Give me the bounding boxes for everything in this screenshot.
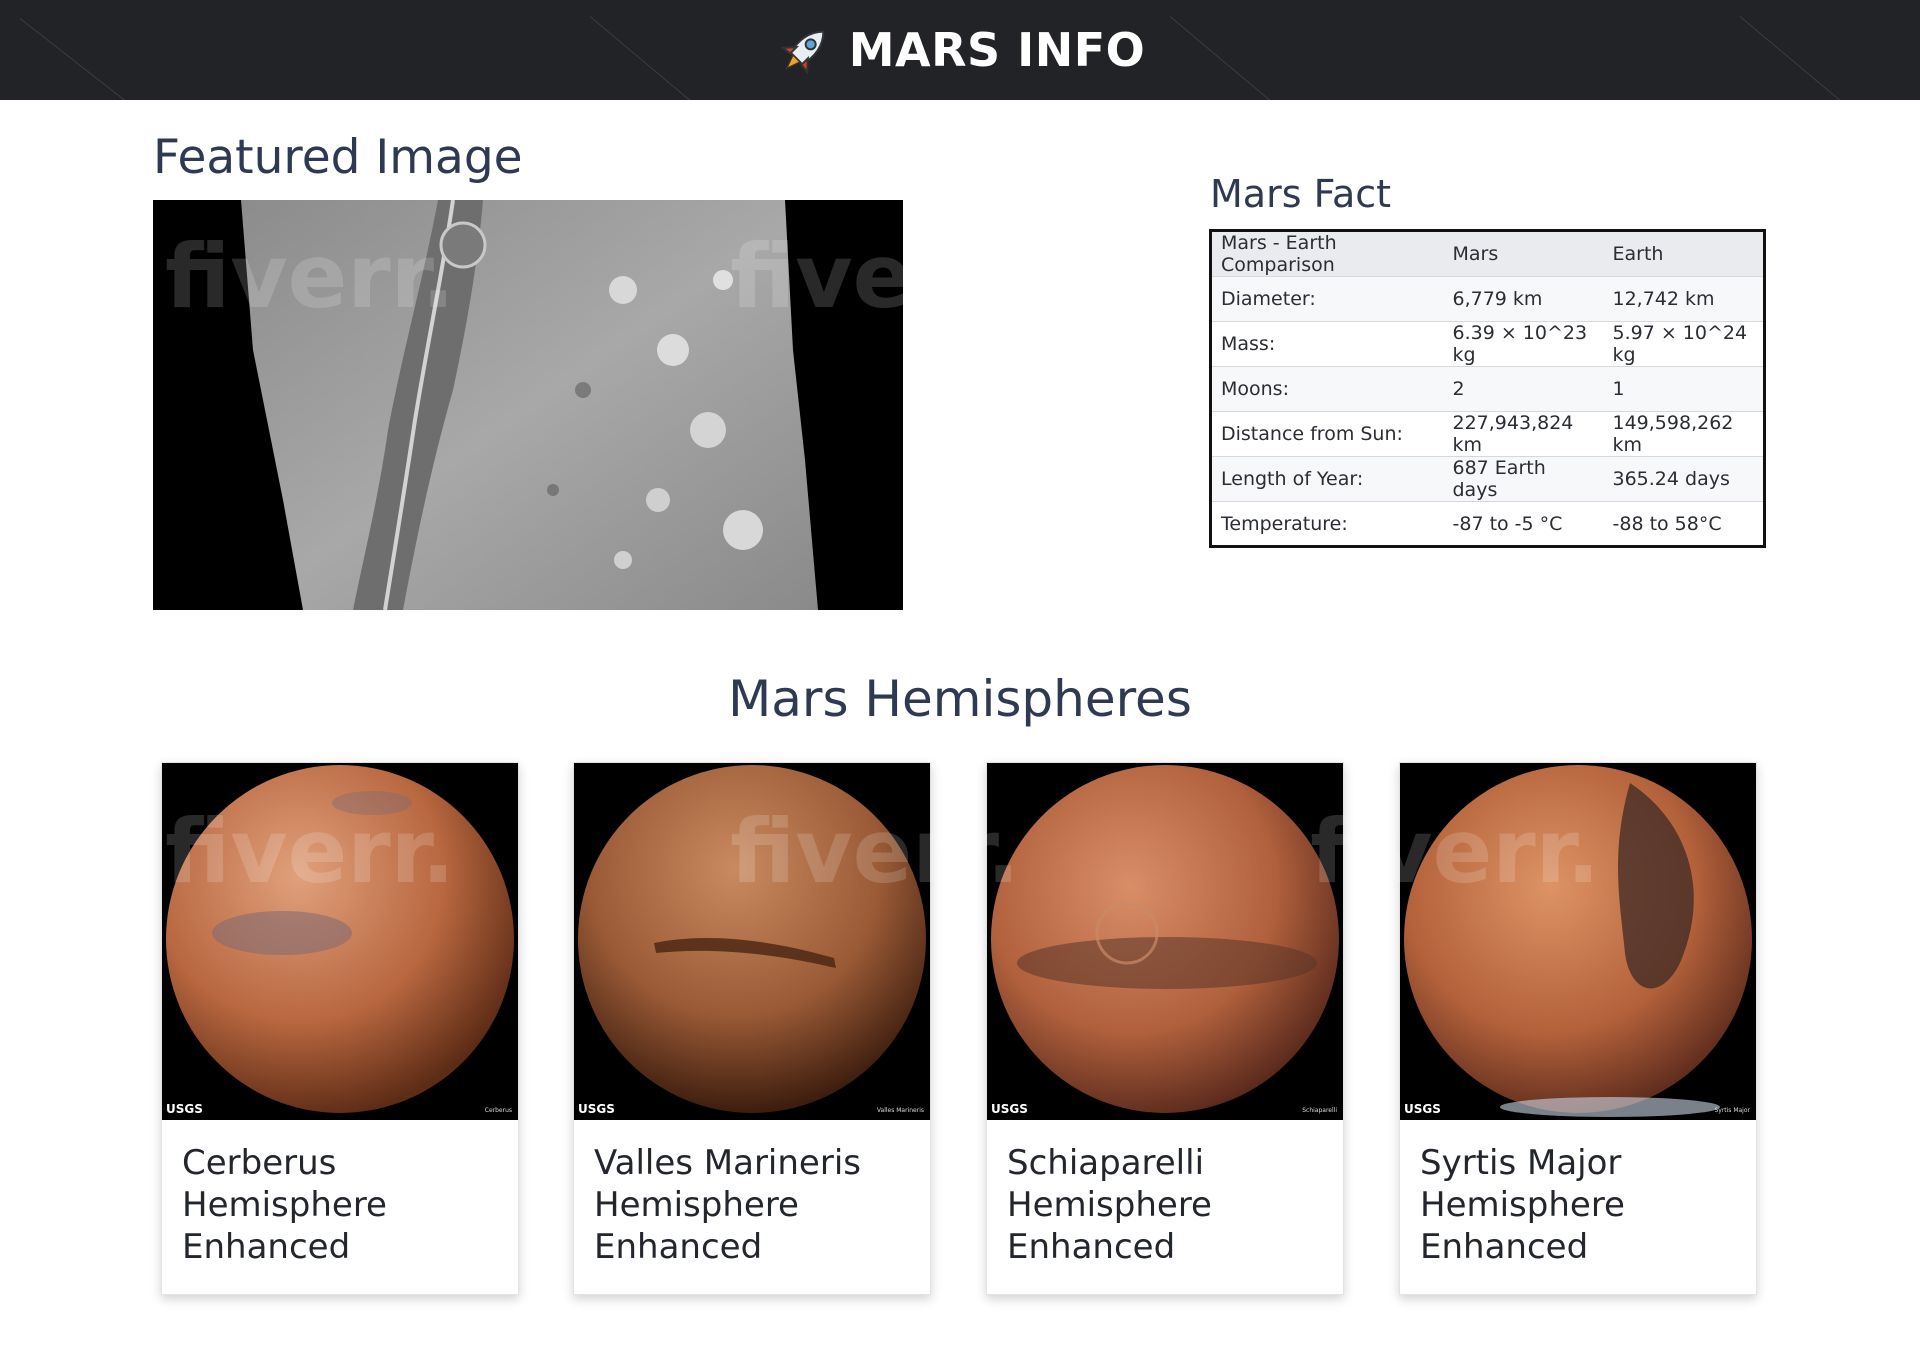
featured-image	[153, 200, 903, 610]
hemisphere-card-syrtis-major[interactable]: USGS Syrtis Major Syrtis Major Hemispher…	[1399, 762, 1757, 1295]
hemisphere-title[interactable]: Cerberus Hemisphere Enhanced	[162, 1120, 518, 1268]
table-row: Moons: 2 1	[1210, 366, 1765, 412]
navbar-decoration	[1169, 16, 1278, 100]
mars-globe-image	[1400, 763, 1756, 1120]
mars-hemispheres-heading: Mars Hemispheres	[728, 670, 1192, 728]
featured-image-graphic	[153, 200, 903, 610]
table-row: Diameter: 6,779 km 12,742 km	[1210, 276, 1765, 322]
table-cell: Distance from Sun:	[1210, 411, 1444, 457]
table-cell: 1	[1603, 366, 1765, 412]
usgs-logo: USGS	[991, 1102, 1028, 1116]
top-navbar: MARS INFO	[0, 0, 1920, 100]
hemisphere-card-cerberus[interactable]: USGS Cerberus Cerberus Hemisphere Enhanc…	[161, 762, 519, 1295]
table-cell: -87 to -5 °C	[1443, 501, 1604, 547]
table-row: Length of Year: 687 Earth days 365.24 da…	[1210, 456, 1765, 502]
table-cell: Diameter:	[1210, 276, 1444, 322]
image-caption: Schiaparelli	[1302, 1107, 1337, 1114]
table-cell: -88 to 58°C	[1603, 501, 1765, 547]
hemisphere-image[interactable]: USGS Syrtis Major	[1400, 763, 1756, 1120]
hemisphere-card-valles-marineris[interactable]: USGS Valles Marineris Valles Marineris H…	[573, 762, 931, 1295]
hemisphere-image[interactable]: USGS Cerberus	[162, 763, 518, 1120]
mars-globe-image	[574, 763, 930, 1120]
table-cell: 5.97 × 10^24 kg	[1603, 321, 1765, 367]
hemisphere-title[interactable]: Valles Marineris Hemisphere Enhanced	[574, 1120, 930, 1268]
image-caption: Syrtis Major	[1714, 1107, 1750, 1114]
mars-fact-heading: Mars Fact	[1210, 172, 1392, 216]
usgs-logo: USGS	[166, 1102, 203, 1116]
image-caption: Valles Marineris	[876, 1107, 924, 1114]
table-cell: 6.39 × 10^23 kg	[1443, 321, 1604, 367]
table-header-row: Mars - Earth Comparison Mars Earth	[1210, 230, 1765, 277]
hemisphere-title[interactable]: Syrtis Major Hemisphere Enhanced	[1400, 1120, 1756, 1268]
usgs-logo: USGS	[578, 1102, 615, 1116]
table-cell: 2	[1443, 366, 1604, 412]
table-cell: 227,943,824 km	[1443, 411, 1604, 457]
column-header: Earth	[1603, 230, 1765, 277]
table-cell: Moons:	[1210, 366, 1444, 412]
table-row: Temperature: -87 to -5 °C -88 to 58°C	[1210, 501, 1765, 547]
table-cell: 6,779 km	[1443, 276, 1604, 322]
featured-image-heading: Featured Image	[153, 130, 523, 185]
table-cell: 365.24 days	[1603, 456, 1765, 502]
rocket-icon	[780, 30, 825, 75]
navbar-decoration	[1739, 16, 1848, 100]
mars-globe-image	[987, 763, 1343, 1120]
mars-globe-image	[162, 763, 518, 1120]
table-row: Mass: 6.39 × 10^23 kg 5.97 × 10^24 kg	[1210, 321, 1765, 367]
hemisphere-title[interactable]: Schiaparelli Hemisphere Enhanced	[987, 1120, 1343, 1268]
table-cell: Mass:	[1210, 321, 1444, 367]
mars-fact-table: Mars - Earth Comparison Mars Earth Diame…	[1209, 229, 1766, 548]
hemisphere-image[interactable]: USGS Schiaparelli	[987, 763, 1343, 1120]
table-cell: Temperature:	[1210, 501, 1444, 547]
column-header: Mars - Earth Comparison	[1210, 230, 1444, 277]
site-title: MARS INFO	[848, 23, 1146, 77]
table-cell: Length of Year:	[1210, 456, 1444, 502]
table-cell: 149,598,262 km	[1603, 411, 1765, 457]
navbar-decoration	[589, 16, 698, 100]
table-row: Distance from Sun: 227,943,824 km 149,59…	[1210, 411, 1765, 457]
table-cell: 687 Earth days	[1443, 456, 1604, 502]
navbar-brand[interactable]: MARS INFO	[775, 20, 1146, 80]
usgs-logo: USGS	[1404, 1102, 1441, 1116]
table-cell: 12,742 km	[1603, 276, 1765, 322]
hemisphere-card-schiaparelli[interactable]: USGS Schiaparelli Schiaparelli Hemispher…	[986, 762, 1344, 1295]
hemisphere-image[interactable]: USGS Valles Marineris	[574, 763, 930, 1120]
image-caption: Cerberus	[484, 1107, 512, 1114]
column-header: Mars	[1443, 230, 1604, 277]
navbar-decoration	[19, 18, 139, 100]
